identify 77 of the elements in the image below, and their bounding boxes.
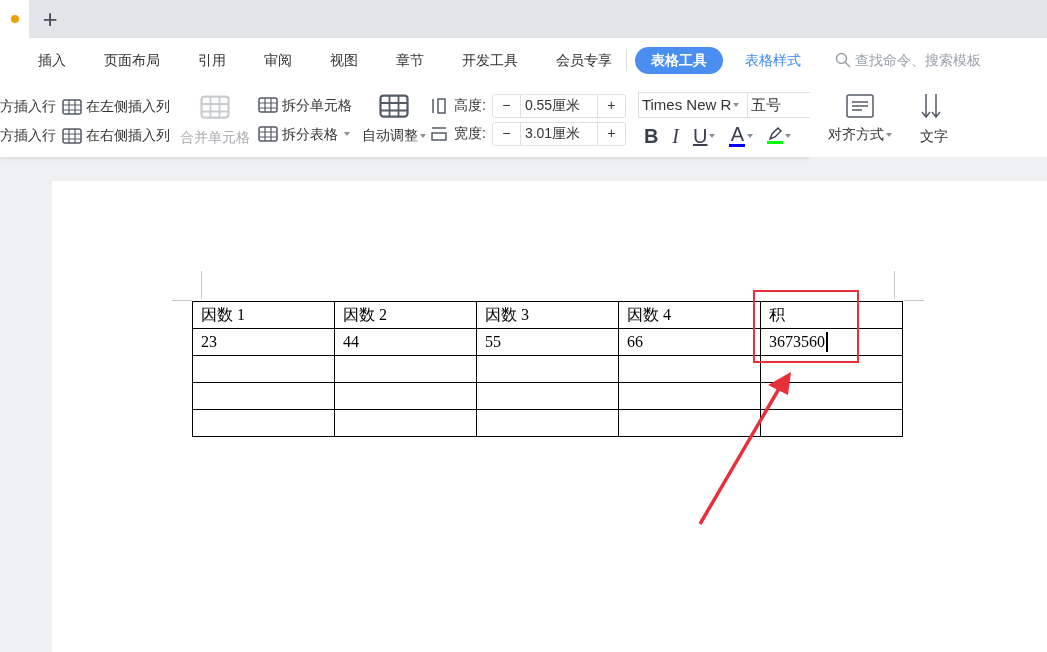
caret-icon xyxy=(747,133,754,138)
menu-tab[interactable]: 插入 xyxy=(34,46,70,74)
autofit-table-icon xyxy=(379,93,409,119)
header-cell[interactable]: 因数 1 xyxy=(192,301,335,329)
menu-tab[interactable]: 开发工具 xyxy=(458,46,522,74)
split-table-icon xyxy=(258,97,278,113)
header-cell[interactable]: 因数 3 xyxy=(476,301,619,329)
menu-tab[interactable]: 页面布局 xyxy=(100,46,164,74)
insert-column-button[interactable]: 在左侧插入列 xyxy=(62,96,170,117)
menu-tab[interactable]: 表格样式 xyxy=(735,46,811,74)
empty-cell[interactable] xyxy=(476,382,619,410)
table-cell[interactable]: 3673560 xyxy=(760,328,903,356)
header-cell[interactable]: 因数 2 xyxy=(334,301,477,329)
increment-button[interactable]: + xyxy=(596,122,625,145)
decrement-button[interactable]: − xyxy=(492,122,521,145)
menu-tab[interactable]: 引用 xyxy=(194,46,230,74)
size-stepper[interactable]: − 3.01厘米 + xyxy=(491,121,626,146)
table-cell[interactable]: 66 xyxy=(618,328,761,356)
highlight-button[interactable] xyxy=(767,127,784,144)
split-table-icon xyxy=(258,126,278,142)
new-tab-button[interactable]: + xyxy=(29,0,71,38)
increment-button[interactable]: + xyxy=(596,94,625,117)
underline-button[interactable]: U xyxy=(693,125,708,146)
autofit-button[interactable]: 自动调整 xyxy=(362,82,426,157)
empty-cell[interactable] xyxy=(192,409,335,437)
empty-cell[interactable] xyxy=(618,382,761,410)
size-label: 高度: xyxy=(454,96,486,115)
height-icon xyxy=(430,96,448,115)
empty-cell[interactable] xyxy=(192,355,335,383)
size-stepper[interactable]: − 0.55厘米 + xyxy=(491,93,626,118)
menu-tab[interactable]: 章节 xyxy=(392,46,428,74)
search-field[interactable]: 查找命令、搜索模板 xyxy=(835,49,1005,71)
caret-icon xyxy=(785,133,792,138)
menu-tab[interactable]: 视图 xyxy=(326,46,362,74)
insert-column-button[interactable]: 在右侧插入列 xyxy=(62,125,170,146)
caret-icon xyxy=(420,133,426,138)
text-direction-icon xyxy=(920,92,944,120)
header-cell[interactable]: 因数 4 xyxy=(618,301,761,329)
caret-icon xyxy=(709,133,716,138)
header-cell[interactable]: 积 xyxy=(760,301,903,329)
empty-cell[interactable] xyxy=(334,382,477,410)
text-direction-button[interactable]: 文字 xyxy=(910,82,948,157)
caret-icon xyxy=(886,132,892,137)
insert-row-button[interactable]: 方插入行 xyxy=(0,96,56,117)
italic-button[interactable]: I xyxy=(672,125,679,146)
column-icon xyxy=(62,98,82,115)
table-cell[interactable]: 44 xyxy=(334,328,477,356)
highlighter-icon xyxy=(767,127,784,141)
align-icon xyxy=(846,94,874,118)
empty-cell[interactable] xyxy=(334,409,477,437)
decrement-button[interactable]: − xyxy=(492,94,521,117)
column-icon xyxy=(62,127,82,144)
search-icon xyxy=(835,52,851,68)
menu-tab[interactable]: 审阅 xyxy=(260,46,296,74)
empty-cell[interactable] xyxy=(618,409,761,437)
width-icon xyxy=(430,124,448,143)
font-color-button[interactable]: A xyxy=(729,124,746,147)
empty-cell[interactable] xyxy=(334,355,477,383)
menu-tab[interactable]: 会员专享 xyxy=(552,46,616,74)
insert-row-button[interactable]: 方插入行 xyxy=(0,125,56,146)
size-label: 宽度: xyxy=(454,124,486,143)
split-button[interactable]: 拆分单元格 xyxy=(258,94,352,116)
table-cell[interactable]: 23 xyxy=(192,328,335,356)
bold-button[interactable]: B xyxy=(643,125,659,146)
split-button[interactable]: 拆分表格 xyxy=(258,123,352,145)
caret-icon xyxy=(344,132,350,136)
merge-table-icon xyxy=(200,95,230,119)
font-name-dropdown[interactable]: Times New R xyxy=(637,92,748,118)
empty-cell[interactable] xyxy=(760,409,903,437)
empty-cell[interactable] xyxy=(192,382,335,410)
size-value: 0.55厘米 xyxy=(523,96,582,115)
empty-cell[interactable] xyxy=(476,355,619,383)
size-value: 3.01厘米 xyxy=(523,124,582,143)
empty-cell[interactable] xyxy=(618,355,761,383)
table-cell[interactable]: 55 xyxy=(476,328,619,356)
caret-icon xyxy=(733,103,740,107)
empty-cell[interactable] xyxy=(476,409,619,437)
